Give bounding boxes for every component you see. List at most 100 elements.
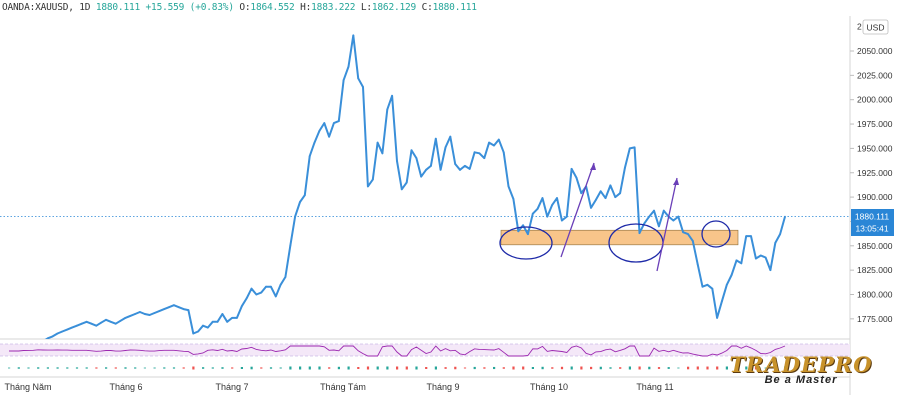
price-point bbox=[255, 293, 258, 296]
histogram-bar bbox=[182, 367, 185, 369]
histogram-bar bbox=[279, 367, 282, 369]
currency-button[interactable]: USD bbox=[867, 23, 885, 33]
histogram-bar bbox=[619, 367, 622, 369]
price-point bbox=[318, 130, 321, 132]
histogram-bar bbox=[425, 367, 428, 369]
price-point bbox=[468, 168, 471, 170]
price-point bbox=[735, 259, 738, 262]
price-point bbox=[153, 312, 156, 314]
price-point bbox=[61, 330, 64, 333]
price-tick-label: 1775.000 bbox=[857, 314, 893, 324]
histogram-bar bbox=[677, 367, 680, 369]
price-point bbox=[696, 263, 699, 266]
histogram-bar bbox=[590, 366, 593, 370]
price-axis[interactable]: 2050.000 2025.000 2000.000 1975.000 1950.000… bbox=[850, 22, 893, 324]
price-point bbox=[493, 144, 495, 147]
histogram-bar bbox=[27, 367, 30, 369]
price-point bbox=[148, 314, 151, 316]
histogram-bar bbox=[163, 367, 166, 369]
price-tick-label: 1825.000 bbox=[857, 265, 893, 275]
price-tick-label: 2050.000 bbox=[857, 46, 893, 56]
histogram-bar bbox=[667, 367, 670, 369]
price-badge-countdown: 13:05:41 bbox=[855, 224, 888, 234]
price-point bbox=[139, 311, 141, 313]
price-point bbox=[682, 231, 684, 234]
price-point bbox=[289, 244, 292, 247]
price-point bbox=[755, 257, 757, 260]
price-point bbox=[362, 86, 364, 88]
price-point bbox=[124, 317, 127, 319]
price-point bbox=[391, 94, 393, 97]
price-point bbox=[226, 320, 229, 323]
histogram-bar bbox=[192, 366, 195, 370]
price-point bbox=[109, 320, 112, 323]
price-point bbox=[410, 149, 413, 152]
price-tick-label-partial: 2 bbox=[857, 22, 862, 32]
price-point bbox=[95, 324, 98, 327]
month-tick-label: Tháng 11 bbox=[636, 382, 673, 392]
price-point bbox=[604, 197, 607, 200]
price-point bbox=[740, 262, 743, 265]
price-tick-label: 1925.000 bbox=[857, 168, 893, 178]
histogram-bar bbox=[648, 366, 651, 370]
histogram-bar bbox=[250, 366, 253, 370]
histogram-bar bbox=[531, 367, 534, 369]
price-point bbox=[759, 254, 762, 257]
price-point bbox=[541, 197, 544, 200]
price-point bbox=[231, 317, 234, 319]
histogram-bar bbox=[153, 367, 156, 369]
price-point bbox=[488, 141, 490, 144]
price-point bbox=[536, 207, 539, 210]
price-point bbox=[163, 308, 166, 310]
price-chart[interactable]: 2050.000 2025.000 2000.000 1975.000 1950.000… bbox=[0, 0, 899, 403]
price-point bbox=[236, 317, 238, 319]
histogram-bar bbox=[221, 367, 224, 369]
histogram-bar bbox=[463, 367, 467, 369]
month-tick-label: Tháng 6 bbox=[109, 382, 142, 392]
histogram-bar bbox=[17, 367, 20, 369]
histogram-bar bbox=[415, 366, 418, 370]
histogram-bar bbox=[560, 366, 564, 370]
price-point bbox=[624, 167, 626, 169]
price-point bbox=[284, 276, 287, 278]
price-point bbox=[594, 199, 597, 201]
histogram-bar bbox=[269, 367, 273, 369]
series-group bbox=[9, 34, 786, 356]
price-point bbox=[643, 222, 646, 225]
histogram-bar bbox=[570, 366, 573, 370]
price-point bbox=[764, 256, 767, 259]
histogram-bar bbox=[405, 366, 408, 370]
histogram-bar bbox=[357, 367, 360, 369]
histogram-bar bbox=[260, 367, 263, 369]
histogram-bar bbox=[483, 367, 486, 369]
time-axis[interactable]: Tháng Năm Tháng 6 Tháng 7 Tháng Tám Tháng 9 T… bbox=[4, 382, 673, 392]
price-point bbox=[502, 151, 505, 154]
price-point bbox=[628, 147, 631, 150]
price-point bbox=[71, 326, 73, 329]
price-point bbox=[522, 224, 524, 227]
price-point bbox=[56, 332, 59, 335]
price-point bbox=[483, 157, 486, 160]
price-point bbox=[430, 165, 432, 167]
price-point bbox=[80, 322, 83, 325]
price-point bbox=[677, 215, 680, 218]
price-point bbox=[333, 122, 335, 124]
price-tick-label: 1975.000 bbox=[857, 119, 893, 129]
histogram-bar bbox=[172, 367, 176, 369]
price-point bbox=[527, 233, 529, 236]
month-tick-label: Tháng Năm bbox=[4, 382, 51, 392]
price-point bbox=[66, 328, 69, 331]
price-series-line[interactable] bbox=[9, 34, 786, 356]
price-point bbox=[352, 34, 355, 37]
price-point bbox=[706, 283, 709, 286]
price-point bbox=[206, 326, 209, 329]
month-tick-label: Tháng Tám bbox=[320, 382, 366, 392]
histogram-bar bbox=[512, 366, 515, 370]
price-point bbox=[551, 204, 554, 206]
price-tick-label: 1950.000 bbox=[857, 143, 893, 153]
price-point bbox=[512, 198, 515, 200]
price-point bbox=[658, 225, 660, 228]
histogram-bar bbox=[95, 367, 98, 369]
price-point bbox=[367, 185, 369, 188]
price-point bbox=[725, 283, 728, 286]
